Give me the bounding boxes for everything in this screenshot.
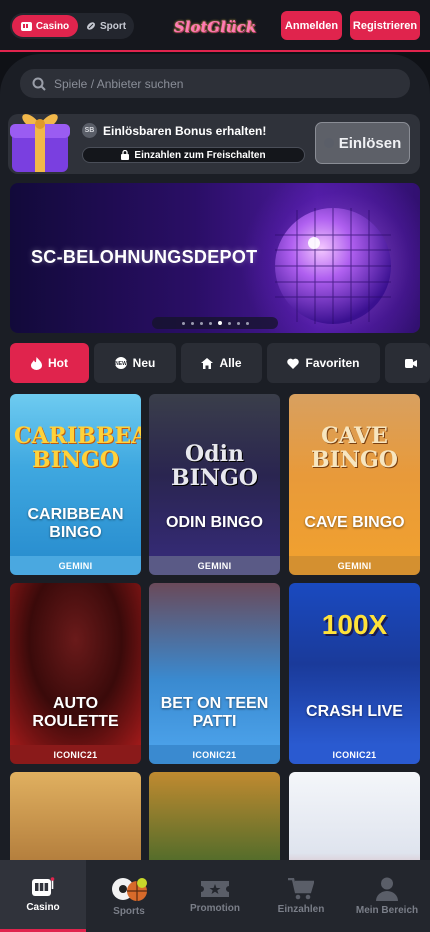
carousel-dot[interactable]	[227, 321, 231, 325]
cart-icon	[288, 877, 314, 899]
game-name: CARIBBEAN BINGO	[27, 506, 124, 541]
home-icon	[201, 357, 214, 369]
brand-logo[interactable]: SlotGlück	[174, 10, 256, 44]
game-provider: ICONIC21	[149, 745, 280, 764]
banner-text: SC-BELOHNUNGSDEPOT	[31, 247, 258, 267]
redeem-button[interactable]: Einlösen	[315, 122, 410, 164]
main-panel: Spiele / Anbieter suchen SB Einlösbaren …	[0, 54, 430, 860]
nav-sports[interactable]: Sports	[86, 860, 172, 932]
unlock-hint-label: Einzahlen zum Freischalten	[134, 149, 266, 161]
nav-promotion-label: Promotion	[190, 902, 240, 914]
flame-icon	[31, 356, 42, 370]
bonus-title-row: SB Einlösbaren Bonus erhalten!	[82, 123, 266, 138]
game-thumbnail	[289, 772, 420, 860]
carousel-dot[interactable]	[190, 321, 194, 325]
filter-all-label: Alle	[219, 356, 242, 370]
game-card[interactable]: AUTO ROULETTE ICONIC21	[10, 583, 141, 764]
game-name: AUTO ROULETTE	[32, 695, 119, 730]
brand-logo-text: SlotGlück	[173, 18, 257, 36]
game-card[interactable]: CARIBBEAN BINGO CARIBBEAN BINGO GEMINI	[10, 394, 141, 575]
carousel-dot[interactable]	[181, 321, 185, 325]
game-name: CAVE BINGO	[304, 514, 405, 531]
nav-deposit[interactable]: Einzahlen	[258, 860, 344, 932]
promo-banner[interactable]: SC-BELOHNUNGSDEPOT	[10, 183, 420, 333]
nav-sports-label: Sports	[113, 905, 145, 917]
carousel-dot[interactable]	[199, 321, 203, 325]
casino-sport-toggle: Casino Sport	[10, 13, 134, 39]
bonus-title: Einlösbaren Bonus erhalten!	[103, 123, 267, 138]
game-provider: GEMINI	[10, 556, 141, 575]
carousel-dots[interactable]	[152, 317, 278, 329]
filter-new-label: Neu	[132, 356, 156, 370]
redeem-label: Einlösen	[338, 134, 402, 152]
game-card[interactable]	[10, 772, 141, 860]
game-card[interactable]: CAVE BINGO CAVE BINGO GEMINI	[289, 394, 420, 575]
nav-promotion[interactable]: Promotion	[172, 860, 258, 932]
game-thumbnail	[149, 772, 280, 860]
carousel-dot[interactable]	[236, 321, 240, 325]
filter-bar: Hot NEW Neu Alle Favoriten	[10, 343, 430, 383]
search-placeholder: Spiele / Anbieter suchen	[54, 76, 184, 91]
toggle-sport[interactable]: Sport	[80, 15, 132, 37]
game-card[interactable]: 100X CRASH LIVE ICONIC21	[289, 583, 420, 764]
filter-all[interactable]: Alle	[181, 343, 262, 383]
nav-my-area[interactable]: Mein Bereich	[344, 860, 430, 932]
game-provider: ICONIC21	[10, 745, 141, 764]
filter-hot[interactable]: Hot	[10, 343, 89, 383]
game-card[interactable]: BET ON TEEN PATTI ICONIC21	[149, 583, 280, 764]
game-name: ODIN BINGO	[166, 514, 263, 531]
nav-deposit-label: Einzahlen	[277, 903, 325, 915]
slot-machine-icon	[20, 21, 32, 31]
nav-my-area-label: Mein Bereich	[355, 904, 419, 916]
sb-coin-icon: SB	[82, 123, 97, 138]
game-provider: ICONIC21	[289, 745, 420, 764]
game-art-title: Odin BINGO	[171, 441, 258, 491]
slot-machine-icon	[32, 877, 55, 896]
top-bar: Casino Sport SlotGlück Anmelden Registri…	[0, 0, 430, 52]
toggle-sport-label: Sport	[99, 20, 127, 32]
game-art-title: CAVE BINGO	[311, 423, 398, 473]
game-provider: GEMINI	[149, 556, 280, 575]
svg-text:NEW: NEW	[115, 361, 127, 367]
sports-balls-icon	[112, 877, 147, 901]
football-icon	[86, 22, 95, 30]
filter-favorites[interactable]: Favoriten	[267, 343, 380, 383]
filter-live[interactable]	[385, 343, 430, 383]
game-art-title: 100X	[321, 609, 388, 640]
game-card[interactable]: Odin BINGO ODIN BINGO GEMINI	[149, 394, 280, 575]
login-button[interactable]: Anmelden	[281, 11, 342, 40]
search-input[interactable]: Spiele / Anbieter suchen	[20, 69, 410, 98]
sb-coin-small-icon	[323, 138, 334, 148]
heart-icon	[287, 358, 300, 369]
carousel-dot[interactable]	[245, 321, 249, 325]
game-name: BET ON TEEN PATTI	[160, 695, 269, 730]
nav-casino-label: Casino	[26, 902, 60, 913]
game-art-title: CARIBBEAN BINGO	[14, 423, 141, 473]
toggle-casino-label: Casino	[35, 20, 70, 32]
search-icon	[32, 77, 46, 91]
filter-hot-label: Hot	[48, 356, 68, 370]
carousel-dot-active[interactable]	[217, 321, 222, 325]
bottom-nav: Casino Sports Promotion Einzahlen Mein B…	[0, 860, 430, 932]
unlock-hint: Einzahlen zum Freischalten	[82, 147, 305, 163]
game-card[interactable]	[149, 772, 280, 860]
new-badge-icon: NEW	[114, 357, 127, 369]
video-camera-icon	[405, 358, 417, 368]
gift-box-icon	[10, 114, 70, 172]
filter-new[interactable]: NEW Neu	[94, 343, 176, 383]
bonus-card: SB Einlösbaren Bonus erhalten! Einzahlen…	[8, 114, 420, 174]
user-icon	[376, 877, 398, 901]
nav-casino[interactable]: Casino	[0, 860, 86, 932]
game-name: CRASH LIVE	[306, 703, 403, 720]
disco-ball-image	[275, 208, 391, 324]
game-card[interactable]	[289, 772, 420, 860]
game-thumbnail	[10, 772, 141, 860]
game-provider: GEMINI	[289, 556, 420, 575]
filter-favorites-label: Favoriten	[305, 356, 360, 370]
ticket-icon	[201, 880, 229, 897]
register-button[interactable]: Registrieren	[350, 11, 420, 40]
toggle-casino[interactable]: Casino	[12, 15, 78, 37]
carousel-dot[interactable]	[208, 321, 212, 325]
lock-icon	[121, 150, 130, 160]
